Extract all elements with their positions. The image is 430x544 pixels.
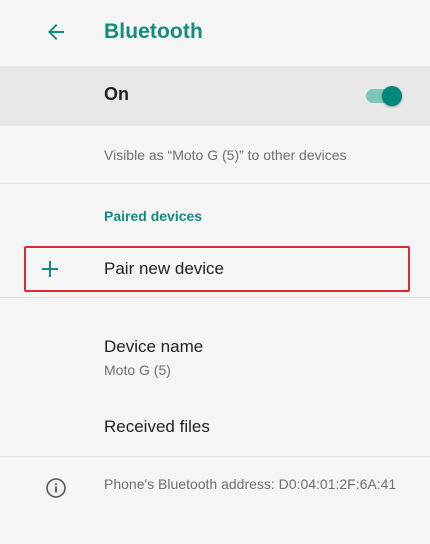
master-switch-label: On: [104, 84, 129, 104]
paired-devices-header: Paired devices: [104, 208, 203, 224]
plus-icon: [39, 258, 61, 280]
bluetooth-toggle[interactable]: [366, 84, 404, 108]
divider: [0, 297, 430, 298]
bluetooth-address-text: Phone's Bluetooth address: D0:04:01:2F:6…: [104, 476, 397, 492]
device-name-row[interactable]: [0, 322, 430, 386]
page-title: Bluetooth: [104, 20, 203, 43]
bluetooth-master-switch-row[interactable]: On: [0, 66, 430, 126]
received-files-label: Received files: [104, 417, 210, 436]
arrow-back-icon[interactable]: [44, 20, 68, 44]
app-bar: Bluetooth: [0, 0, 430, 66]
info-icon: [45, 477, 67, 499]
visibility-text: Visible as “Moto G (5)” to other devices: [104, 147, 347, 163]
toggle-thumb: [382, 86, 402, 106]
pair-new-device-label: Pair new device: [104, 259, 225, 278]
divider: [0, 183, 430, 184]
divider: [0, 456, 430, 457]
device-name-label: Device name: [104, 337, 204, 356]
received-files-row[interactable]: [0, 400, 430, 454]
device-name-value: Moto G (5): [104, 362, 171, 378]
